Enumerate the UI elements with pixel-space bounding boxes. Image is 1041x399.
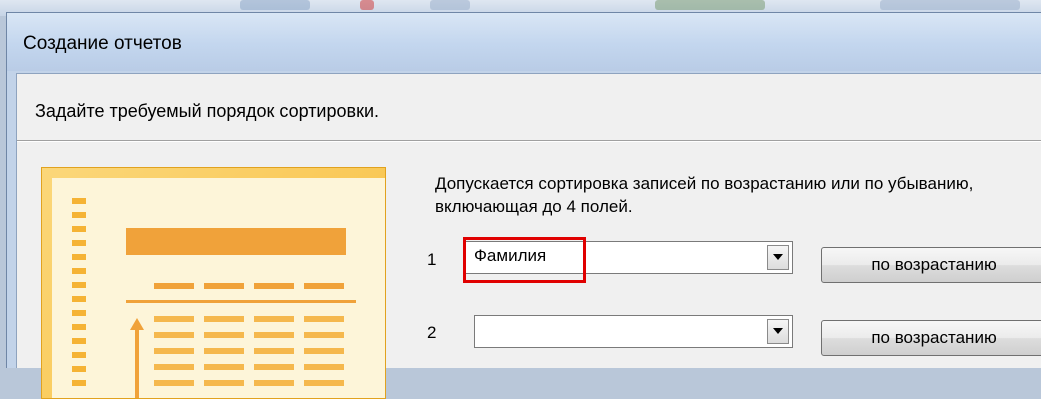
sort-order-2-button[interactable]: по возрастанию bbox=[821, 320, 1041, 356]
sort-field-1-combobox[interactable]: Фамилия bbox=[465, 241, 793, 274]
sort-order-1-button[interactable]: по возрастанию bbox=[821, 247, 1041, 283]
sort-field-2-dropdown-button[interactable] bbox=[767, 319, 789, 344]
report-layout-icon bbox=[72, 198, 356, 398]
sort-field-1-dropdown-button[interactable] bbox=[767, 245, 789, 270]
background-blur bbox=[430, 0, 470, 10]
dialog-titlebar[interactable]: Создание отчетов bbox=[7, 13, 1041, 71]
sort-field-2-combobox[interactable] bbox=[474, 315, 793, 348]
background-blur bbox=[360, 0, 374, 10]
report-preview-illustration bbox=[41, 167, 386, 399]
sort-description: Допускается сортировка записей по возрас… bbox=[435, 174, 974, 216]
chevron-down-icon bbox=[773, 328, 783, 334]
sort-row-1-number: 1 bbox=[427, 250, 437, 269]
header-separator bbox=[17, 140, 1041, 142]
sort-row-2-number: 2 bbox=[427, 323, 437, 342]
sort-field-1-value: Фамилия bbox=[474, 246, 547, 265]
background-blur bbox=[880, 0, 1020, 10]
background-blur bbox=[655, 0, 765, 10]
background-blur bbox=[240, 0, 310, 10]
dialog-title: Создание отчетов bbox=[23, 33, 182, 54]
wizard-heading: Задайте требуемый порядок сортировки. bbox=[35, 101, 380, 121]
chevron-down-icon bbox=[773, 254, 783, 260]
